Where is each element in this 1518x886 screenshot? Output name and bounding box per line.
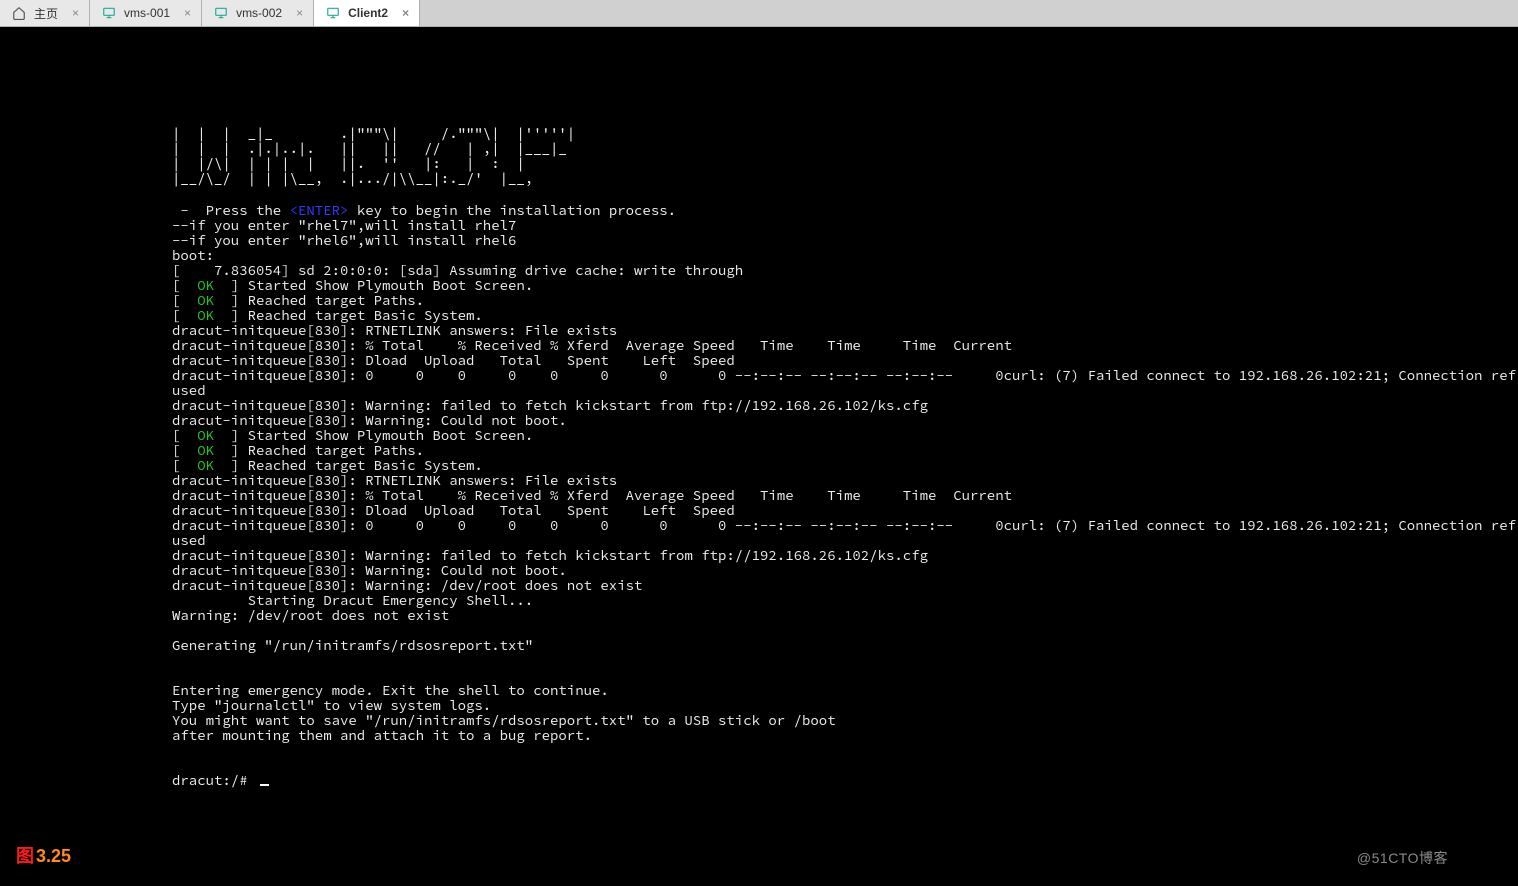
monitor-icon: [326, 6, 340, 20]
terminal-line: dracut-initqueue[830]: 0 0 0 0 0 0 0 0 -…: [172, 516, 1516, 534]
terminal-line: Generating "/run/initramfs/rdsosreport.t…: [172, 636, 533, 654]
tab-bar-spacer: [420, 0, 1518, 26]
tab-label: vms-001: [124, 6, 170, 20]
close-icon[interactable]: ×: [72, 6, 79, 20]
terminal-line: dracut-initqueue[830]: 0 0 0 0 0 0 0 0 -…: [172, 366, 1516, 384]
tab-label: 主页: [34, 5, 58, 22]
monitor-icon: [102, 6, 116, 20]
close-icon[interactable]: ×: [184, 6, 191, 20]
tab-home[interactable]: 主页 ×: [0, 0, 90, 26]
tab-client2[interactable]: Client2 ×: [314, 0, 420, 26]
terminal-line: --if you enter "rhel6",will install rhel…: [172, 231, 516, 249]
tab-vms-002[interactable]: vms-002 ×: [202, 0, 314, 26]
terminal-line: after mounting them and attach it to a b…: [172, 726, 592, 744]
ascii-banner: | | | _|_ .|"""\| /."""\| |'''''| | | | …: [172, 126, 1518, 186]
shell-prompt[interactable]: dracut:/#: [172, 771, 256, 789]
close-icon[interactable]: ×: [296, 6, 303, 20]
tab-label: Client2: [348, 6, 388, 20]
close-icon[interactable]: ×: [402, 6, 409, 20]
tab-bar: 主页 × vms-001 × vms-002 × Client2 ×: [0, 0, 1518, 27]
terminal-output[interactable]: | | | _|_ .|"""\| /."""\| |'''''| | | | …: [0, 27, 1518, 886]
tab-label: vms-002: [236, 6, 282, 20]
cursor-icon: [260, 784, 269, 786]
monitor-icon: [214, 6, 228, 20]
home-icon: [12, 6, 26, 20]
tab-vms-001[interactable]: vms-001 ×: [90, 0, 202, 26]
figure-caption: 图3.25: [16, 842, 71, 868]
figure-prefix: 图: [16, 842, 34, 868]
figure-number: 3.25: [36, 846, 71, 867]
watermark-text: @51CTO博客: [1357, 848, 1448, 868]
terminal-line: Warning: /dev/root does not exist: [172, 606, 449, 624]
